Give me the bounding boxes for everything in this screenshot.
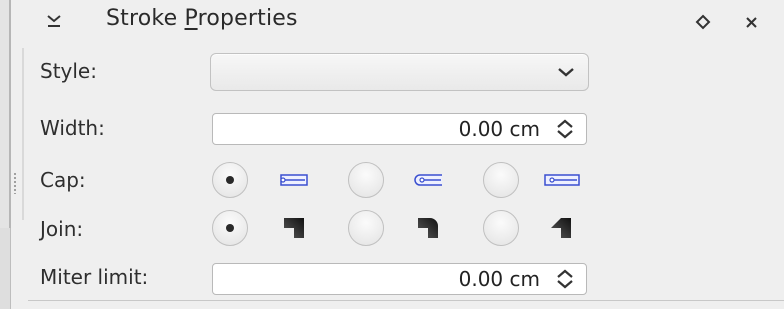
radio-selected-dot	[226, 224, 234, 232]
spin-arrows-icon[interactable]	[554, 117, 576, 141]
stroke-properties-window: Stroke Properties Style: Width: 0.00 cm	[0, 0, 784, 309]
cap-square-radio[interactable]	[483, 162, 519, 198]
panel-bottom-border	[28, 300, 784, 301]
join-miter-radio[interactable]	[212, 210, 248, 246]
join-bevel-icon	[551, 218, 571, 238]
width-value: 0.00 cm	[458, 117, 540, 141]
close-icon[interactable]	[740, 10, 764, 34]
spin-arrows-icon[interactable]	[554, 267, 576, 291]
join-bevel-radio[interactable]	[483, 210, 519, 246]
miter-limit-value: 0.00 cm	[458, 267, 540, 291]
stroke-properties-panel: Stroke Properties Style: Width: 0.00 cm	[28, 0, 784, 300]
miter-limit-spinbox[interactable]: 0.00 cm	[212, 263, 587, 295]
dock-inner-separator	[22, 48, 24, 220]
radio-selected-dot	[226, 176, 234, 184]
style-combobox[interactable]	[210, 53, 589, 91]
chevron-down-icon	[558, 68, 574, 77]
cap-square-icon	[544, 174, 580, 186]
style-label: Style:	[40, 59, 97, 83]
cap-round-icon	[414, 174, 442, 186]
width-spinbox[interactable]: 0.00 cm	[212, 113, 587, 145]
join-miter-icon	[284, 218, 304, 238]
panel-titlebar: Stroke Properties	[28, 0, 784, 42]
panel-title: Stroke Properties	[106, 6, 298, 31]
cap-label: Cap:	[40, 168, 86, 192]
join-round-radio[interactable]	[348, 210, 384, 246]
float-icon[interactable]	[692, 11, 714, 33]
width-label: Width:	[40, 116, 105, 140]
title-mnemonic: P	[184, 6, 198, 31]
miter-limit-label: Miter limit:	[40, 265, 149, 289]
cap-butt-icon	[280, 174, 308, 186]
cap-butt-radio[interactable]	[212, 162, 248, 198]
collapse-icon[interactable]	[44, 8, 64, 32]
dock-resize-grip[interactable]	[13, 172, 17, 194]
join-round-icon	[418, 218, 438, 238]
dock-left-bottom-tab	[0, 228, 11, 309]
cap-round-radio[interactable]	[348, 162, 384, 198]
join-label: Join:	[40, 217, 84, 241]
